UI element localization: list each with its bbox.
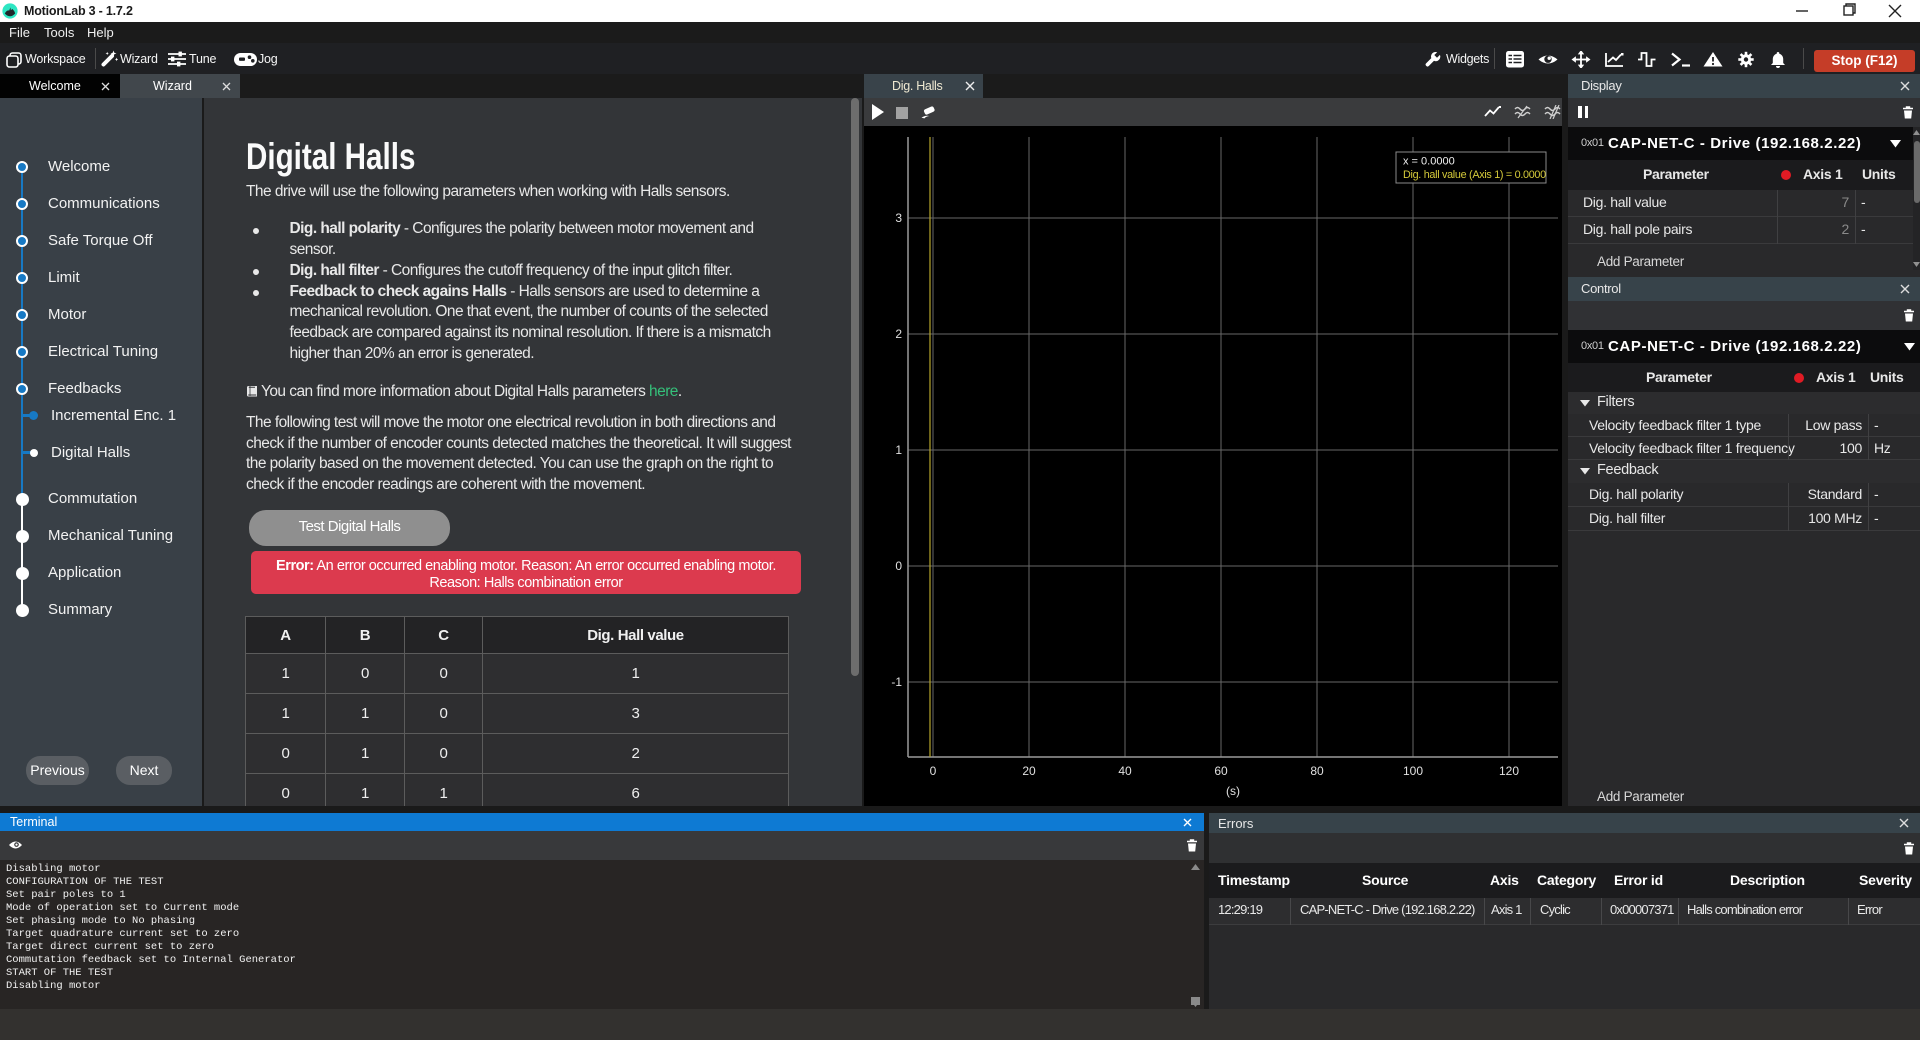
svg-text:40: 40 [1118, 764, 1132, 778]
svg-text:x = 0.0000: x = 0.0000 [1403, 156, 1455, 168]
svg-text:(s): (s) [1226, 784, 1240, 798]
svg-text:-1: -1 [891, 675, 902, 689]
svg-text:80: 80 [1310, 764, 1324, 778]
svg-text:100: 100 [1403, 764, 1423, 778]
svg-text:2: 2 [895, 327, 902, 341]
svg-text:0: 0 [930, 764, 937, 778]
svg-text:1: 1 [895, 443, 902, 457]
svg-text:120: 120 [1499, 764, 1519, 778]
svg-text:0: 0 [895, 559, 902, 573]
svg-text:3: 3 [895, 211, 902, 225]
svg-text:60: 60 [1214, 764, 1228, 778]
svg-text:20: 20 [1022, 764, 1036, 778]
svg-text:Dig. hall value (Axis 1) = 0.0: Dig. hall value (Axis 1) = 0.0000 [1403, 169, 1546, 181]
